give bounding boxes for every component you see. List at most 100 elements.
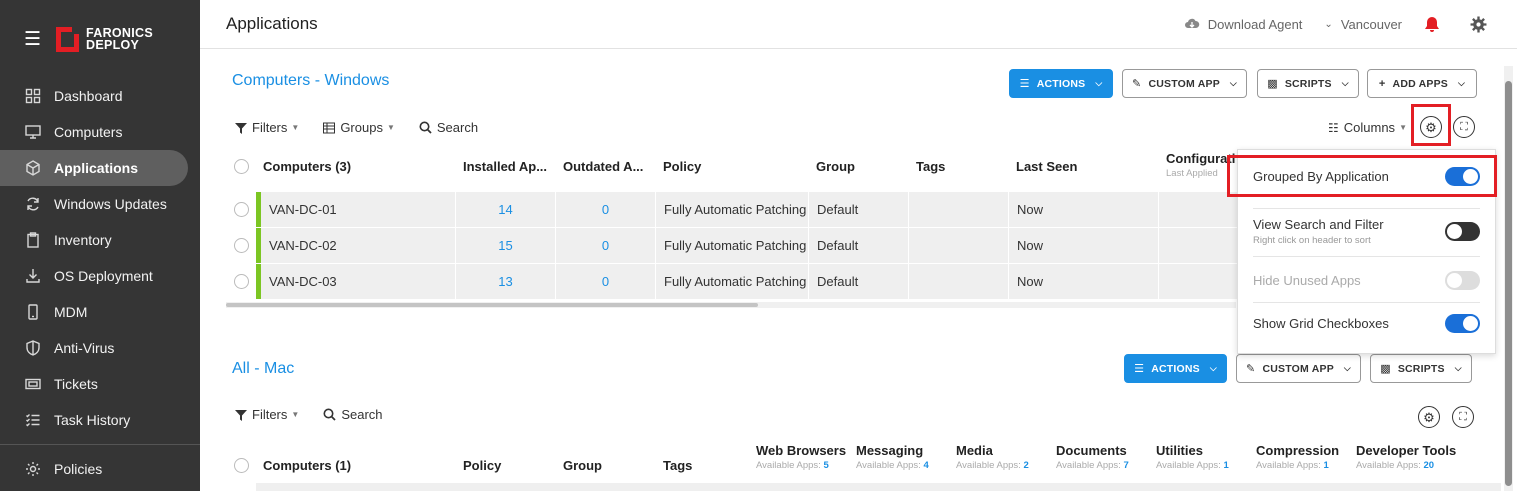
col-utilities[interactable]: Utilities Available Apps: 1 <box>1156 443 1256 473</box>
col-group[interactable]: Group <box>808 159 908 174</box>
installed-count[interactable]: 14 <box>456 192 556 227</box>
filters-dropdown[interactable]: Filters ▼ <box>235 407 299 422</box>
policy-cell: Fully Automatic Patching <box>656 192 809 227</box>
sidebar-item-applications[interactable]: Applications <box>0 150 188 186</box>
sidebar-item-os-deployment[interactable]: OS Deployment <box>0 258 200 294</box>
sidebar-item-task-history[interactable]: Task History <box>0 402 200 438</box>
grid-settings-icon[interactable]: ⚙ <box>1418 406 1440 428</box>
available-apps-count[interactable]: 4 <box>923 460 928 471</box>
fullscreen-icon[interactable]: ⛶ <box>1453 116 1475 138</box>
chevron-down-icon: ⌵ <box>1341 78 1349 88</box>
sidebar-item-label: Anti-Virus <box>54 340 115 356</box>
table-row[interactable]: VAN-DC-01 14 0 Fully Automatic Patching … <box>226 192 1239 228</box>
fullscreen-icon[interactable]: ⛶ <box>1452 406 1474 428</box>
installed-count[interactable]: 13 <box>456 264 556 299</box>
outdated-count[interactable]: 0 <box>556 228 656 263</box>
col-group[interactable]: Group <box>556 458 656 473</box>
sidebar-item-dashboard[interactable]: Dashboard <box>0 78 200 114</box>
col-computers[interactable]: Computers (3) <box>256 159 455 174</box>
row-checkbox[interactable] <box>226 202 256 217</box>
hamburger-menu-icon[interactable]: ☰ <box>24 30 44 49</box>
available-apps-count[interactable]: 5 <box>823 460 828 471</box>
vertical-scrollbar[interactable] <box>1504 66 1513 491</box>
windows-scripts-button[interactable]: ▩ SCRIPTS ⌵ <box>1257 69 1359 98</box>
horizontal-scrollbar[interactable] <box>226 302 1236 308</box>
windows-custom-app-button[interactable]: ✎ CUSTOM APP ⌵ <box>1122 69 1247 98</box>
show-grid-checkboxes-row[interactable]: Show Grid Checkboxes <box>1253 314 1480 333</box>
settings-gear-icon[interactable] <box>1470 16 1495 33</box>
col-configuration[interactable]: Configurati Last Applied <box>1158 151 1238 181</box>
col-outdated-apps[interactable]: Outdated A... <box>555 159 655 174</box>
sidebar-item-policies[interactable]: Policies <box>0 451 200 487</box>
download-agent-link[interactable]: Download Agent <box>1184 17 1302 32</box>
highlight-box <box>1411 104 1451 146</box>
available-apps-count[interactable]: 7 <box>1123 460 1128 471</box>
mac-actions-button[interactable]: ☰ ACTIONS ⌵ <box>1124 354 1227 383</box>
computer-name[interactable]: VAN-DC-02 <box>261 228 456 263</box>
list-check-icon <box>24 411 42 429</box>
search-button[interactable]: Search <box>323 407 383 422</box>
table-icon <box>323 122 336 133</box>
select-all-checkbox[interactable] <box>226 457 256 473</box>
col-web-browsers[interactable]: Web Browsers Available Apps: 5 <box>756 443 856 473</box>
search-button[interactable]: Search <box>419 120 478 135</box>
notifications-bell-icon[interactable] <box>1424 16 1448 33</box>
mac-section-title[interactable]: All - Mac <box>232 360 294 378</box>
col-documents[interactable]: Documents Available Apps: 7 <box>1056 443 1156 473</box>
sidebar-item-mdm[interactable]: MDM <box>0 294 200 330</box>
sidebar-item-anti-virus[interactable]: Anti-Virus <box>0 330 200 366</box>
view-search-filter-toggle[interactable] <box>1445 221 1480 241</box>
available-apps-count[interactable]: 1 <box>1223 460 1228 471</box>
windows-add-apps-button[interactable]: + ADD APPS ⌵ <box>1367 69 1477 98</box>
table-row[interactable]: VAN-DC-03 13 0 Fully Automatic Patching … <box>226 264 1239 300</box>
brand-logo-text: FARONICS DEPLOY <box>86 27 153 52</box>
col-messaging[interactable]: Messaging Available Apps: 4 <box>856 443 956 473</box>
col-developer-tools[interactable]: Developer Tools Available Apps: 20 <box>1356 443 1466 473</box>
col-computers[interactable]: Computers (1) <box>256 458 456 473</box>
available-apps-count[interactable]: 2 <box>1023 460 1028 471</box>
col-media[interactable]: Media Available Apps: 2 <box>956 443 1056 473</box>
groups-dropdown[interactable]: Groups ▼ <box>323 120 395 135</box>
filters-dropdown[interactable]: Filters ▼ <box>235 120 299 135</box>
mac-grid-header: Computers (1) Policy Group Tags Web Brow… <box>226 443 1466 485</box>
mac-custom-app-button[interactable]: ✎ CUSTOM APP ⌵ <box>1236 354 1361 383</box>
sidebar-item-computers[interactable]: Computers <box>0 114 200 150</box>
sidebar-item-tickets[interactable]: Tickets <box>0 366 200 402</box>
installed-count[interactable]: 15 <box>456 228 556 263</box>
nav-divider <box>0 444 200 445</box>
col-policy[interactable]: Policy <box>655 159 808 174</box>
col-policy[interactable]: Policy <box>456 458 556 473</box>
columns-dropdown[interactable]: ☷ Columns ▼ <box>1328 120 1407 135</box>
category-name: Utilities <box>1156 443 1203 458</box>
col-last-seen[interactable]: Last Seen <box>1008 159 1158 174</box>
row-checkbox[interactable] <box>226 238 256 253</box>
row-checkbox[interactable] <box>226 274 256 289</box>
available-apps-count[interactable]: 20 <box>1423 460 1434 471</box>
sidebar-item-inventory[interactable]: Inventory <box>0 222 200 258</box>
filters-label: Filters <box>252 407 288 422</box>
chevron-down-icon: ⌵ <box>1209 363 1217 373</box>
mac-scripts-button[interactable]: ▩ SCRIPTS ⌵ <box>1370 354 1472 383</box>
col-compression[interactable]: Compression Available Apps: 1 <box>1256 443 1356 473</box>
computer-name[interactable]: VAN-DC-01 <box>261 192 456 227</box>
vertical-scrollbar-thumb[interactable] <box>1505 81 1512 486</box>
windows-actions-button[interactable]: ☰ ACTIONS ⌵ <box>1009 69 1113 98</box>
outdated-count[interactable]: 0 <box>556 264 656 299</box>
horizontal-scrollbar-thumb[interactable] <box>226 303 758 307</box>
show-grid-checkboxes-label: Show Grid Checkboxes <box>1253 316 1389 331</box>
location-selector[interactable]: ⌄ Vancouver <box>1324 17 1402 32</box>
available-apps-count[interactable]: 1 <box>1323 460 1328 471</box>
outdated-count[interactable]: 0 <box>556 192 656 227</box>
view-search-filter-row[interactable]: View Search and Filter Right click on he… <box>1253 216 1480 246</box>
computer-name[interactable]: VAN-DC-03 <box>261 264 456 299</box>
select-all-checkbox[interactable] <box>226 158 256 174</box>
col-tags[interactable]: Tags <box>656 458 756 473</box>
filter-icon <box>235 122 247 134</box>
windows-section-title[interactable]: Computers - Windows <box>232 72 389 90</box>
show-grid-checkboxes-toggle[interactable] <box>1445 314 1480 333</box>
sidebar-item-windows-updates[interactable]: Windows Updates <box>0 186 200 222</box>
tags-cell <box>909 228 1009 263</box>
col-installed-apps[interactable]: Installed Ap... <box>455 159 555 174</box>
table-row[interactable]: VAN-DC-02 15 0 Fully Automatic Patching … <box>226 228 1239 264</box>
col-tags[interactable]: Tags <box>908 159 1008 174</box>
